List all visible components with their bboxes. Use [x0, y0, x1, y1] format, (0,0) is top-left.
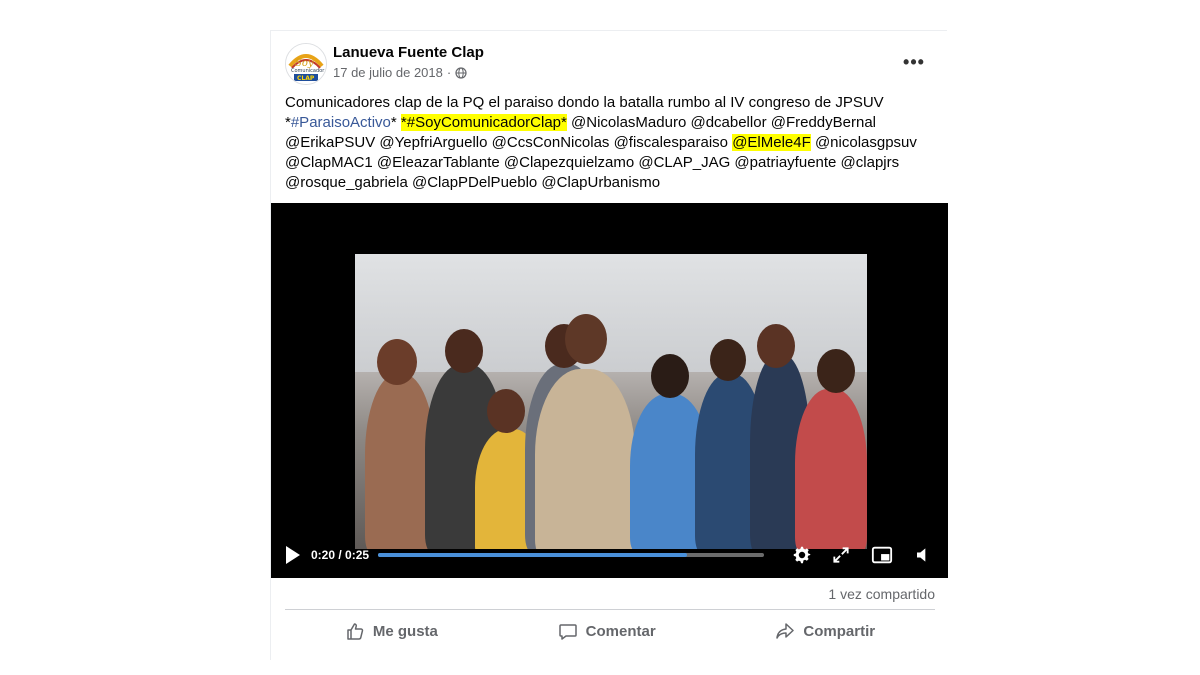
meta-separator: · [446, 65, 452, 80]
share-label: Compartir [803, 622, 876, 640]
thumbs-up-icon [347, 623, 364, 640]
volume-button[interactable] [910, 543, 934, 567]
text-segment: Comunicadores clap de la PQ el paraiso d… [285, 94, 884, 111]
speech-bubble-icon [558, 624, 577, 640]
expand-icon [833, 547, 849, 563]
post-text: Comunicadores clap de la PQ el paraiso d… [285, 93, 935, 193]
like-label: Me gusta [372, 622, 438, 640]
post-text-line: @ClapMAC1 @EleazarTablante @Clapezquielz… [285, 153, 935, 173]
play-icon [286, 546, 300, 564]
pip-icon [871, 546, 893, 564]
globe-icon [455, 66, 467, 79]
divider [285, 609, 935, 610]
post-text-line: *#ParaisoActivo* *#SoyComunicadorClap* @… [285, 113, 935, 133]
text-segment: * [390, 114, 401, 131]
text-segment: @ErikaPSUV @YepfriArguello @CcsConNicola… [285, 134, 733, 151]
post-text-line: @ErikaPSUV @YepfriArguello @CcsConNicola… [285, 133, 935, 153]
gear-icon [793, 546, 811, 564]
avatar[interactable]: Soy Comunicador CLAP [285, 43, 327, 85]
share-count[interactable]: 1 vez compartido [828, 586, 935, 602]
post-author[interactable]: Lanueva Fuente Clap [333, 44, 484, 61]
video-frame [355, 254, 867, 549]
text-segment: @nicolasgpsuv [810, 134, 917, 151]
share-button[interactable]: Compartir [761, 615, 889, 647]
video-time: 0:20 / 0:25 [311, 548, 370, 562]
post-date[interactable]: 17 de julio de 2018 [333, 65, 443, 80]
post-actions: Me gusta Comentar Compartir [285, 613, 935, 649]
svg-text:Comunicador: Comunicador [291, 68, 325, 74]
comment-button[interactable]: Comentar [544, 615, 670, 647]
video-player[interactable]: 0:20 / 0:25 [271, 203, 948, 578]
video-progress-bar[interactable] [378, 553, 764, 557]
text-segment: @ClapMAC1 @EleazarTablante @Clapezquielz… [285, 154, 900, 171]
highlighted-text: @ElMele4F [732, 134, 811, 151]
share-arrow-icon [776, 623, 795, 639]
video-controls: 0:20 / 0:25 [271, 532, 948, 578]
more-options-button[interactable]: ••• [899, 47, 929, 77]
highlighted-text: *#SoyComunicadorClap* [400, 114, 567, 131]
post-text-line: Comunicadores clap de la PQ el paraiso d… [285, 93, 935, 113]
text-segment: @rosque_gabriela @ClapPDelPueblo @ClapUr… [285, 174, 661, 191]
comment-label: Comentar [585, 622, 656, 640]
settings-button[interactable] [790, 543, 814, 567]
post-text-line: @rosque_gabriela @ClapPDelPueblo @ClapUr… [285, 173, 935, 193]
fullscreen-button[interactable] [829, 543, 853, 567]
svg-text:CLAP: CLAP [297, 75, 315, 82]
post-meta: 17 de julio de 2018 · [333, 65, 467, 80]
play-button[interactable] [283, 544, 303, 566]
facebook-post: Soy Comunicador CLAP Lanueva Fuente Clap… [270, 30, 948, 660]
hashtag-link[interactable]: #ParaisoActivo [291, 114, 391, 131]
text-segment: @NicolasMaduro @dcabellor @FreddyBernal [566, 114, 876, 131]
picture-in-picture-button[interactable] [870, 543, 894, 567]
soy-comunicador-clap-logo-icon: Soy Comunicador CLAP [286, 44, 326, 84]
post-header: Soy Comunicador CLAP Lanueva Fuente Clap… [285, 41, 935, 87]
speaker-icon [917, 548, 926, 562]
like-button[interactable]: Me gusta [331, 615, 452, 647]
video-progress-fill [378, 553, 687, 557]
